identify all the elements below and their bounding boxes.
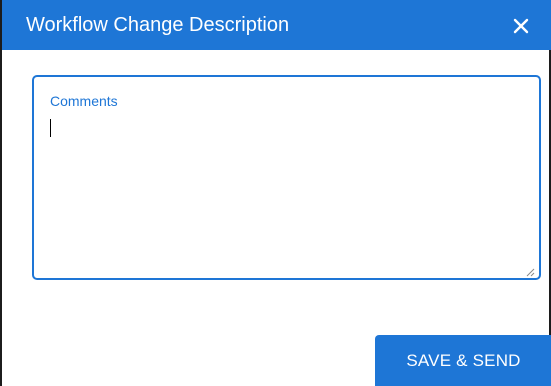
dialog-title: Workflow Change Description: [26, 14, 290, 36]
dialog-titlebar: Workflow Change Description: [2, 0, 551, 50]
comments-label: Comments: [50, 93, 118, 109]
workflow-change-dialog: Workflow Change Description Comments SAV…: [0, 0, 551, 386]
comments-field[interactable]: Comments: [32, 75, 541, 280]
save-and-send-button[interactable]: SAVE & SEND: [375, 335, 551, 386]
comments-textarea[interactable]: [48, 115, 523, 270]
resize-grip-icon[interactable]: [525, 264, 535, 277]
close-icon[interactable]: [511, 16, 531, 36]
